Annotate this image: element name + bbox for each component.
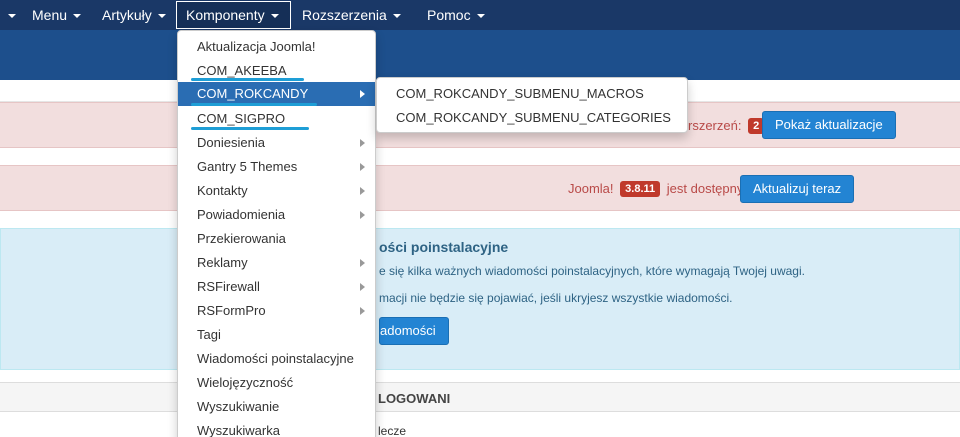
highlight-underline-akeeba xyxy=(191,78,304,81)
chevron-down-icon xyxy=(270,14,279,19)
chevron-right-icon xyxy=(360,307,365,315)
dropdown-item-label: COM_ROKCANDY xyxy=(197,86,309,101)
dropdown-item-gantry[interactable]: Gantry 5 Themes xyxy=(178,155,375,179)
info-line-1: e się kilka ważnych wiadomości poinstala… xyxy=(379,264,805,278)
chevron-down-icon xyxy=(8,14,16,19)
dropdown-item-label: Wiadomości poinstalacyjne xyxy=(197,351,354,366)
chevron-down-icon xyxy=(157,14,166,19)
nav-item-label: Komponenty xyxy=(186,7,265,23)
nav-item-label: Rozszerzenia xyxy=(302,7,387,23)
nav-item-articles[interactable]: Artykuły xyxy=(102,0,166,30)
dropdown-item-rsfirewall[interactable]: RSFirewall xyxy=(178,275,375,299)
alert-label: rszerzeń: xyxy=(688,118,742,133)
highlight-underline-rokcandy xyxy=(191,103,317,106)
info-title: ości poinstalacyjne xyxy=(379,239,509,255)
alert-label: jest dostępny xyxy=(666,181,744,196)
highlight-underline-sigpro xyxy=(191,127,309,130)
dropdown-item-label: Przekierowania xyxy=(197,231,286,246)
info-line-2: macji nie będzie się pojawiać, jeśli ukr… xyxy=(379,291,733,305)
dropdown-item-kontakty[interactable]: Kontakty xyxy=(178,179,375,203)
dropdown-item-przekierowania[interactable]: Przekierowania xyxy=(178,227,375,251)
dropdown-item-label: COM_SIGPRO xyxy=(197,111,286,126)
top-navbar: Menu Artykuły Komponenty Rozszerzenia Po… xyxy=(0,0,960,30)
dropdown-item-postinstall[interactable]: Wiadomości poinstalacyjne xyxy=(178,347,375,371)
panel-row: lecze xyxy=(378,424,407,437)
nav-item-help[interactable]: Pomoc xyxy=(427,0,485,30)
chevron-down-icon xyxy=(73,14,82,19)
dropdown-item-tagi[interactable]: Tagi xyxy=(178,323,375,347)
alert-label: Joomla! xyxy=(568,181,614,196)
chevron-down-icon xyxy=(392,14,401,19)
nav-item-label: Menu xyxy=(32,7,68,23)
chevron-right-icon xyxy=(360,139,365,147)
update-now-button[interactable]: Aktualizuj teraz xyxy=(740,175,855,203)
show-updates-button[interactable]: Pokaż aktualizacje xyxy=(762,111,896,139)
dropdown-item-label: RSFirewall xyxy=(197,279,260,294)
dropdown-item-label: Wyszukiwanie xyxy=(197,399,280,414)
dropdown-item-label: Wyszukiwarka xyxy=(197,423,280,437)
page-header xyxy=(0,30,960,80)
chevron-right-icon xyxy=(360,211,365,219)
joomla-update-alert: Joomla! 3.8.11 jest dostępny Aktualizuj … xyxy=(0,165,960,211)
chevron-right-icon xyxy=(360,259,365,267)
chevron-right-icon xyxy=(360,187,365,195)
alert-text: Joomla! 3.8.11 jest dostępny xyxy=(568,181,743,197)
panel-heading: LOGOWANI xyxy=(378,391,451,406)
dropdown-item-multilingual[interactable]: Wielojęzyczność xyxy=(178,371,375,395)
dropdown-item-label: Kontakty xyxy=(197,183,248,198)
chevron-right-icon xyxy=(360,163,365,171)
nav-item-label: Pomoc xyxy=(427,7,471,23)
chevron-right-icon xyxy=(360,90,365,98)
postinstall-messages-box: ości poinstalacyjne e się kilka ważnych … xyxy=(0,228,960,370)
dropdown-item-label: Gantry 5 Themes xyxy=(197,159,298,174)
submenu-item-macros[interactable]: COM_ROKCANDY_SUBMENU_MACROS xyxy=(396,83,644,105)
dropdown-item-label: RSFormPro xyxy=(197,303,266,318)
dropdown-item-smart-search[interactable]: Wyszukiwarka xyxy=(178,419,375,437)
alert-text: rszerzeń: 2 xyxy=(688,118,767,134)
nav-item-label: Artykuły xyxy=(102,7,152,23)
dropdown-item-label: Wielojęzyczność xyxy=(197,375,294,390)
dropdown-item-label: Aktualizacja Joomla! xyxy=(197,39,316,54)
dropdown-item-rsformpro[interactable]: RSFormPro xyxy=(178,299,375,323)
rokcandy-submenu: COM_ROKCANDY_SUBMENU_MACROS COM_ROKCANDY… xyxy=(376,77,688,133)
dropdown-item-label: Tagi xyxy=(197,327,221,342)
logged-in-panel-header: LOGOWANI xyxy=(0,382,960,412)
dropdown-item-joomla-update[interactable]: Aktualizacja Joomla! xyxy=(178,35,375,59)
chevron-down-icon xyxy=(476,14,485,19)
nav-item-extensions[interactable]: Rozszerzenia xyxy=(302,0,401,30)
version-badge: 3.8.11 xyxy=(620,181,661,197)
nav-item-menu[interactable]: Menu xyxy=(32,0,82,30)
dropdown-item-label: COM_AKEEBA xyxy=(197,63,287,78)
dropdown-item-label: Doniesienia xyxy=(197,135,265,150)
submenu-item-categories[interactable]: COM_ROKCANDY_SUBMENU_CATEGORIES xyxy=(396,107,671,129)
chevron-right-icon xyxy=(360,283,365,291)
dropdown-item-reklamy[interactable]: Reklamy xyxy=(178,251,375,275)
read-messages-button[interactable]: adomości xyxy=(379,317,449,345)
dropdown-item-doniesienia[interactable]: Doniesienia xyxy=(178,131,375,155)
components-dropdown: Aktualizacja Joomla! COM_AKEEBA COM_ROKC… xyxy=(177,30,376,437)
nav-item-hidden-caret[interactable] xyxy=(2,0,16,30)
dropdown-item-label: Powiadomienia xyxy=(197,207,286,222)
nav-item-components[interactable]: Komponenty xyxy=(176,1,291,29)
dropdown-item-search[interactable]: Wyszukiwanie xyxy=(178,395,375,419)
dropdown-item-label: Reklamy xyxy=(197,255,248,270)
dropdown-item-powiadomienia[interactable]: Powiadomienia xyxy=(178,203,375,227)
